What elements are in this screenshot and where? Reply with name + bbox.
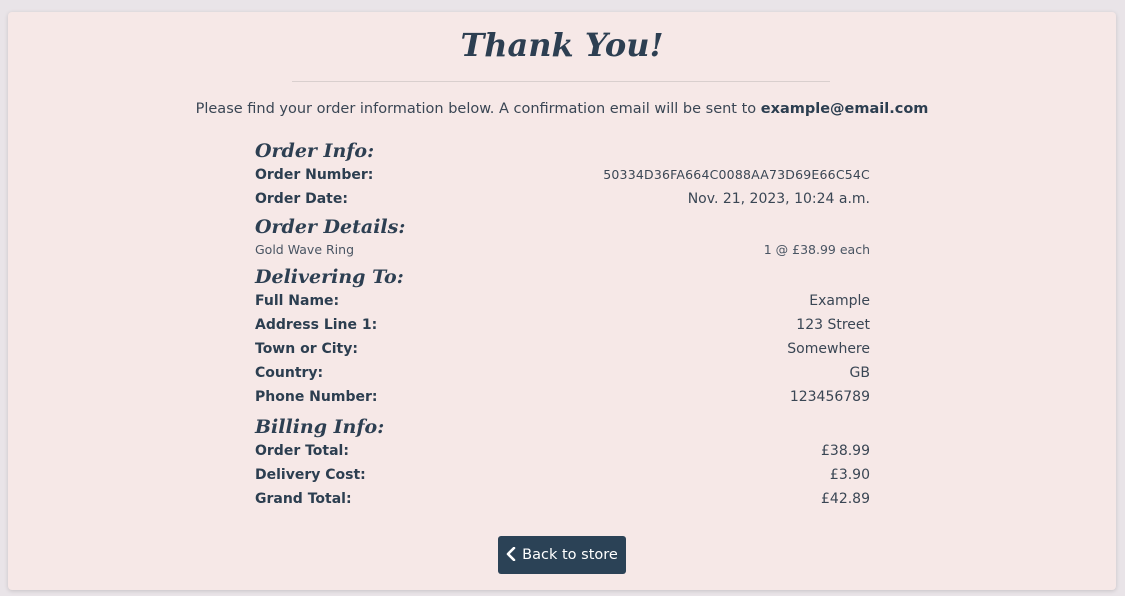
country-label: Country: <box>255 365 324 381</box>
full-name-label: Full Name: <box>255 293 340 309</box>
order-summary: Order Info: Order Number: 50334D36FA664C… <box>255 139 870 511</box>
town-label: Town or City: <box>255 341 358 357</box>
address1-label: Address Line 1: <box>255 317 378 333</box>
address1-row: Address Line 1: 123 Street <box>255 313 870 337</box>
confirmation-text: Please find your order information below… <box>195 101 761 117</box>
order-number-label: Order Number: <box>255 167 374 183</box>
order-total-value: £38.99 <box>821 443 870 459</box>
order-number-row: Order Number: 50334D36FA664C0088AA73D69E… <box>255 163 870 187</box>
title-divider <box>292 81 830 82</box>
order-item-row: Gold Wave Ring 1 @ £38.99 each <box>255 239 870 261</box>
full-name-row: Full Name: Example <box>255 289 870 313</box>
town-row: Town or City: Somewhere <box>255 337 870 361</box>
order-date-row: Order Date: Nov. 21, 2023, 10:24 a.m. <box>255 187 870 211</box>
order-number-value: 50334D36FA664C0088AA73D69E66C54C <box>603 167 870 182</box>
country-row: Country: GB <box>255 361 870 385</box>
town-value: Somewhere <box>787 341 870 357</box>
back-to-store-label: Back to store <box>522 547 618 563</box>
page-title: Thank You! <box>460 26 664 64</box>
order-total-row: Order Total: £38.99 <box>255 439 870 463</box>
order-date-value: Nov. 21, 2023, 10:24 a.m. <box>687 191 870 207</box>
billing-info-heading: Billing Info: <box>255 416 385 438</box>
delivering-to-heading: Delivering To: <box>255 266 404 288</box>
full-name-value: Example <box>809 293 870 309</box>
chevron-left-icon <box>506 546 516 564</box>
delivery-cost-row: Delivery Cost: £3.90 <box>255 463 870 487</box>
phone-value: 123456789 <box>789 389 870 405</box>
phone-label: Phone Number: <box>255 389 378 405</box>
order-item-qty-price: 1 @ £38.99 each <box>763 242 870 257</box>
order-total-label: Order Total: <box>255 443 349 459</box>
country-value: GB <box>849 365 870 381</box>
grand-total-label: Grand Total: <box>255 491 352 507</box>
delivery-cost-label: Delivery Cost: <box>255 467 366 483</box>
phone-row: Phone Number: 123456789 <box>255 385 870 409</box>
checkout-success-card: Thank You! Please find your order inform… <box>8 12 1116 590</box>
confirmation-email: example@email.com <box>760 101 929 117</box>
order-details-heading: Order Details: <box>255 216 406 238</box>
order-item-name: Gold Wave Ring <box>255 242 355 257</box>
delivery-cost-value: £3.90 <box>829 467 870 483</box>
order-info-heading: Order Info: <box>255 140 375 162</box>
confirmation-message: Please find your order information below… <box>8 101 1116 117</box>
back-to-store-button[interactable]: Back to store <box>498 536 626 574</box>
grand-total-value: £42.89 <box>821 491 870 507</box>
address1-value: 123 Street <box>796 317 870 333</box>
grand-total-row: Grand Total: £42.89 <box>255 487 870 511</box>
order-date-label: Order Date: <box>255 191 348 207</box>
